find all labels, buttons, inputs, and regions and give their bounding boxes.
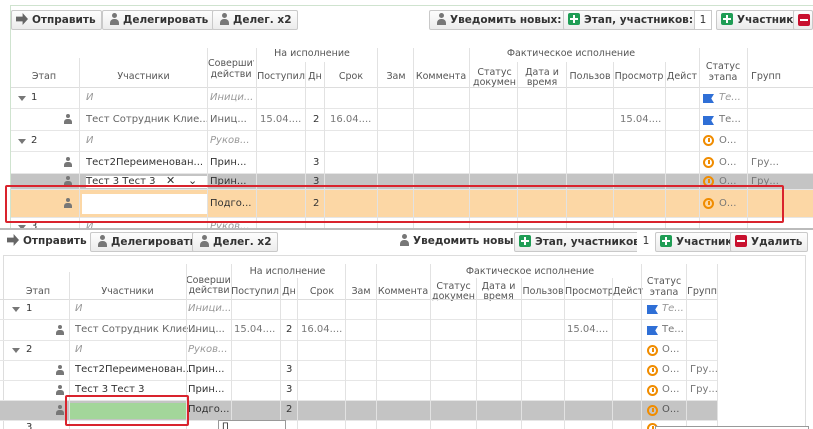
- highlight-box: [65, 395, 189, 426]
- notify-new-button[interactable]: Уведомить новых:: [393, 232, 529, 252]
- header-stage[interactable]: Этап: [8, 286, 68, 297]
- send-icon: [7, 234, 19, 246]
- header-user[interactable]: Пользов: [521, 286, 565, 297]
- header-actual: Фактическое исполнение: [465, 266, 595, 277]
- user-icon: [55, 385, 65, 396]
- header-action-1[interactable]: Совершит: [208, 58, 254, 69]
- user-icon: [63, 114, 73, 125]
- add-participant-button[interactable]: Участник: [655, 232, 739, 252]
- header-in-progress: На исполнение: [274, 48, 350, 59]
- table-row[interactable]: Тест2Переименован... Прин... 3 О... Гру.…: [11, 152, 813, 174]
- plus-icon: [519, 235, 531, 247]
- header-view[interactable]: Просмотр: [565, 286, 613, 297]
- delegate-x2-button[interactable]: Делег. x2: [212, 10, 298, 30]
- user-icon: [55, 365, 65, 376]
- flag-icon: [647, 305, 658, 314]
- header-received[interactable]: Поступил: [257, 71, 305, 82]
- users-icon: [434, 13, 446, 25]
- header-group[interactable]: Групп: [686, 286, 718, 297]
- flag-icon: [647, 326, 658, 335]
- clock-icon: [647, 345, 658, 356]
- header-comment[interactable]: Коммента: [414, 71, 468, 82]
- user-icon: [55, 325, 65, 336]
- delete-button[interactable]: Удалить: [730, 232, 809, 252]
- header-user[interactable]: Пользов: [567, 71, 613, 82]
- header-deputy[interactable]: Зам: [379, 71, 413, 82]
- clock-icon: [703, 157, 714, 168]
- header-comment[interactable]: Коммента: [377, 286, 429, 297]
- plus-icon: [568, 13, 580, 25]
- users-icon: [107, 13, 119, 25]
- clock-icon: [647, 405, 658, 416]
- header-stage-status-1[interactable]: Статус: [642, 276, 686, 287]
- header-deadline[interactable]: Срок: [298, 286, 346, 297]
- stage-participants-button[interactable]: Этап, участников:: [514, 232, 651, 252]
- tooltip: П: [218, 420, 286, 429]
- user-icon: [55, 405, 65, 416]
- plus-icon: [721, 13, 733, 25]
- users-icon: [197, 235, 209, 247]
- header-view[interactable]: Просмотр: [614, 71, 664, 82]
- collapse-arrow-icon[interactable]: [18, 139, 26, 144]
- table-row[interactable]: Тест2Переименован... Прин... 3 О... Гру.…: [0, 361, 718, 381]
- plus-icon: [660, 235, 672, 247]
- table-row[interactable]: Тест Сотрудник Клие... Иниц... 15.04....…: [0, 320, 718, 341]
- header-action-2: действи: [188, 285, 230, 296]
- stage-count-field[interactable]: 1: [637, 232, 655, 252]
- users-icon: [95, 235, 107, 247]
- header-action-2: действи: [210, 69, 252, 80]
- clock-icon: [647, 385, 658, 396]
- clock-icon: [703, 135, 714, 146]
- delegate-button[interactable]: Делегировать: [102, 10, 215, 30]
- header-stage[interactable]: Этап: [11, 71, 77, 82]
- header-stage-status-2: этапа: [649, 287, 679, 298]
- header-days[interactable]: Дн: [306, 71, 324, 82]
- delegate-x2-button[interactable]: Делег. x2: [192, 232, 278, 252]
- header-stage-status-1[interactable]: Статус: [700, 61, 746, 72]
- stage-count-field[interactable]: 1: [694, 10, 712, 30]
- header-participants[interactable]: Участники: [70, 286, 185, 297]
- users-icon: [397, 234, 409, 246]
- users-icon: [217, 13, 229, 25]
- header-deadline[interactable]: Срок: [326, 71, 376, 82]
- header-in-progress: На исполнение: [249, 266, 326, 277]
- table-row[interactable]: 1 И Иници... Те...: [11, 88, 813, 109]
- flag-icon: [703, 94, 714, 103]
- bottom-toolbar: Отправить Делегировать Делег. x2 Уведоми…: [0, 231, 813, 253]
- header-days[interactable]: Дн: [280, 286, 298, 297]
- header-received[interactable]: Поступил: [231, 286, 279, 297]
- table-row[interactable]: 1 И Иници... Те...: [0, 300, 718, 320]
- top-toolbar: Отправить Делегировать Делег. x2 Уведоми…: [11, 8, 813, 30]
- header-act[interactable]: Дейст: [666, 71, 698, 82]
- table-row[interactable]: 2 И Руков... О...: [11, 131, 813, 152]
- header-actual: Фактическое исполнение: [506, 48, 636, 59]
- highlight-box: [5, 185, 784, 223]
- flag-icon: [703, 116, 714, 125]
- send-button[interactable]: Отправить: [3, 232, 92, 252]
- collapse-arrow-icon[interactable]: [12, 348, 20, 353]
- delegate-button[interactable]: Делегировать: [90, 232, 203, 252]
- header-stage-status-2: этапа: [708, 72, 738, 83]
- collapse-arrow-icon[interactable]: [18, 96, 26, 101]
- collapse-arrow-icon[interactable]: [12, 307, 20, 312]
- user-icon: [63, 157, 73, 168]
- add-participant-button[interactable]: Участник: [716, 10, 800, 30]
- minus-icon: [735, 235, 747, 247]
- header-act[interactable]: Дейст: [613, 286, 643, 297]
- table-row[interactable]: 2 И Руков... О...: [0, 341, 718, 361]
- table-row[interactable]: Тест Сотрудник Клие... Иниц... 15.04....…: [11, 109, 813, 131]
- header-group[interactable]: Групп: [748, 71, 784, 82]
- header-deputy[interactable]: Зам: [346, 286, 376, 297]
- clock-icon: [647, 365, 658, 376]
- send-button[interactable]: Отправить: [11, 10, 102, 30]
- notify-new-button[interactable]: Уведомить новых:: [429, 10, 568, 30]
- header-participants[interactable]: Участники: [81, 71, 206, 82]
- minus-icon: [798, 14, 810, 26]
- stage-participants-button[interactable]: Этап, участников:: [563, 10, 700, 30]
- delete-button[interactable]: [793, 10, 813, 30]
- send-icon: [16, 13, 28, 25]
